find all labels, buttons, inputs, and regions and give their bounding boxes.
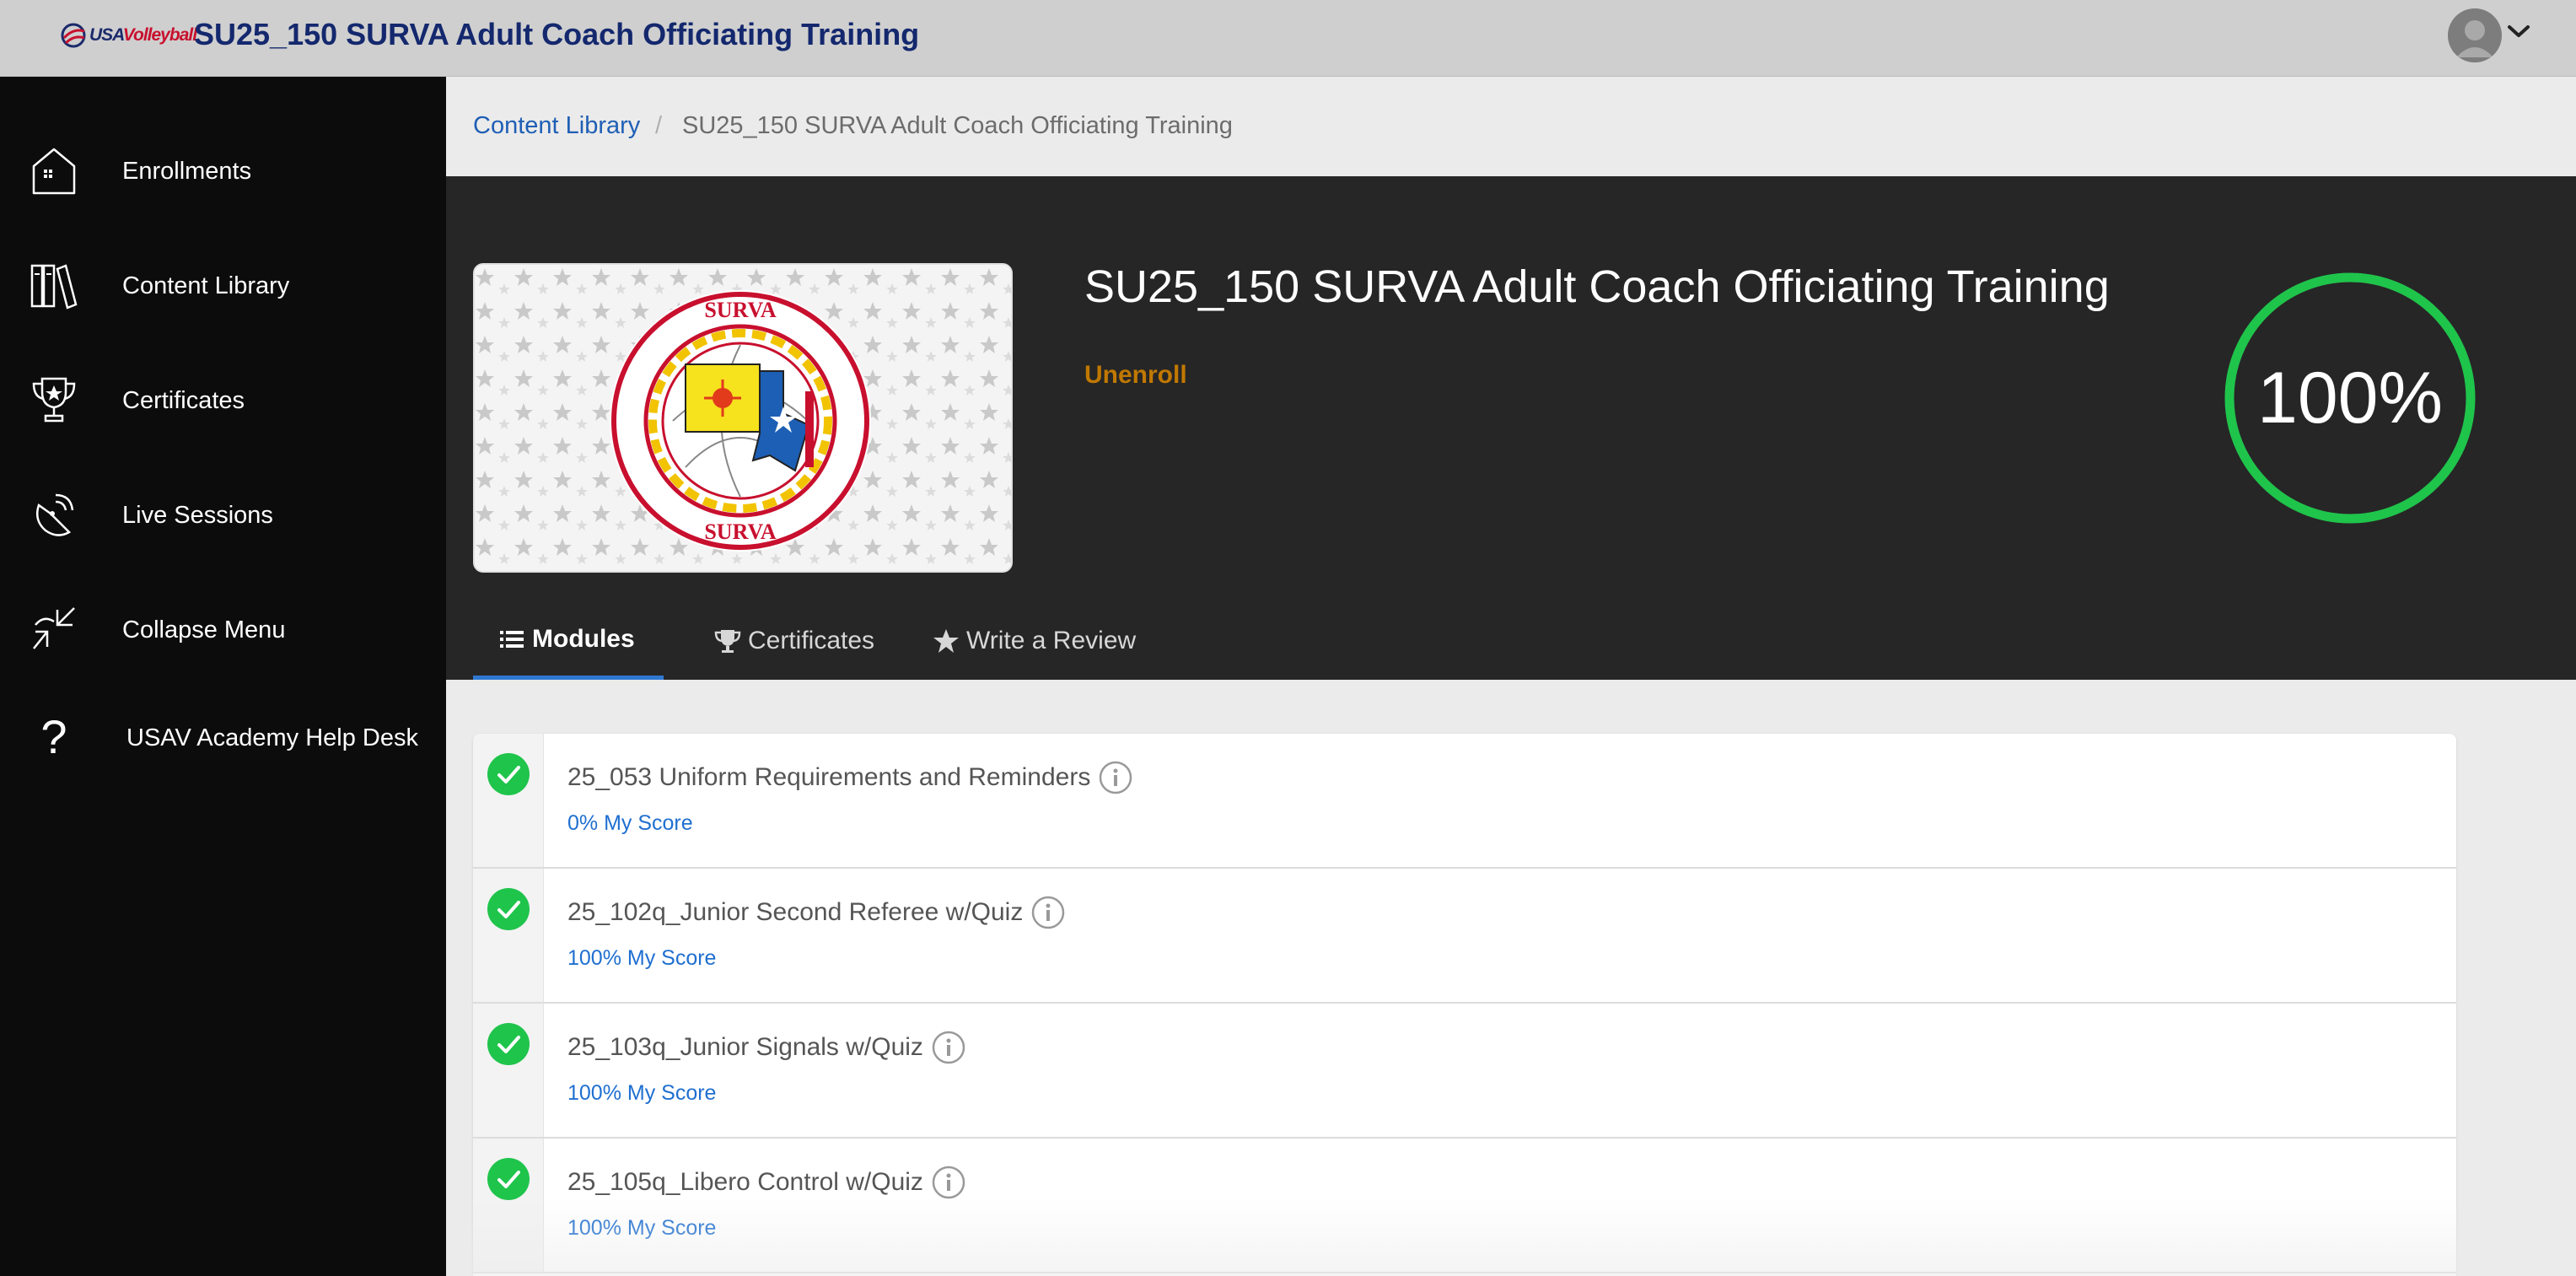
- sidebar-item-label: USAV Academy Help Desk: [126, 724, 418, 751]
- house-icon: [32, 148, 76, 195]
- course-title: SU25_150 SURVA Adult Coach Officiating T…: [1084, 261, 2110, 312]
- module-score[interactable]: 100% My Score: [567, 1081, 716, 1106]
- info-icon[interactable]: [932, 1031, 965, 1064]
- module-title-text: 25_103q_Junior Signals w/Quiz: [567, 1033, 923, 1061]
- module-row[interactable]: 25_103q_Junior Signals w/Quiz 100% My Sc…: [473, 1004, 2456, 1139]
- tab-write-review[interactable]: Write a Review: [933, 602, 1136, 680]
- unenroll-link[interactable]: Unenroll: [1084, 361, 1187, 390]
- check-circle-icon: [487, 753, 530, 795]
- module-row[interactable]: 25_053 Uniform Requirements and Reminder…: [473, 734, 2456, 869]
- module-title[interactable]: 25_105q_Libero Control w/Quiz: [567, 1166, 965, 1199]
- trophy-icon: [32, 377, 76, 423]
- breadcrumb-separator: /: [655, 112, 663, 139]
- sidebar-item-label: Content Library: [122, 272, 290, 299]
- module-title[interactable]: 25_053 Uniform Requirements and Reminder…: [567, 761, 1132, 794]
- course-image: SURVA SURVA: [473, 263, 1013, 573]
- sidebar-item-collapse-menu[interactable]: Collapse Menu: [0, 583, 446, 676]
- module-status: [473, 1004, 544, 1137]
- usav-logo[interactable]: USAVolleyball: [59, 20, 197, 51]
- module-title[interactable]: 25_102q_Junior Second Referee w/Quiz: [567, 896, 1065, 929]
- trophy-icon: [714, 630, 741, 653]
- info-icon[interactable]: [1099, 761, 1132, 794]
- collapse-arrows-icon: [33, 607, 75, 649]
- top-header: USAVolleyball SU25_150 SURVA Adult Coach…: [0, 0, 2576, 77]
- tab-label: Write a Review: [966, 627, 1137, 654]
- module-title-text: 25_102q_Junior Second Referee w/Quiz: [567, 898, 1024, 926]
- info-icon[interactable]: [932, 1166, 965, 1199]
- tab-certificates[interactable]: Certificates: [714, 602, 874, 680]
- sidebar-item-label: Certificates: [122, 387, 245, 414]
- sidebar-item-label: Enrollments: [122, 158, 252, 185]
- chevron-down-icon[interactable]: [2504, 19, 2533, 44]
- module-status: [473, 1139, 544, 1272]
- sidebar-item-label: Live Sessions: [122, 502, 273, 529]
- star-icon: [933, 629, 959, 653]
- info-icon[interactable]: [1031, 896, 1065, 929]
- sidebar-item-live-sessions[interactable]: Live Sessions: [0, 468, 446, 561]
- sidebar-item-enrollments[interactable]: Enrollments: [0, 124, 446, 217]
- progress-percent: 100%: [2257, 357, 2443, 439]
- broadcast-icon: [36, 493, 74, 536]
- breadcrumb: Content Library / SU25_150 SURVA Adult C…: [446, 77, 2576, 176]
- user-avatar-icon: [2448, 8, 2502, 62]
- module-score[interactable]: 100% My Score: [567, 1216, 716, 1241]
- breadcrumb-link-content-library[interactable]: Content Library: [473, 112, 640, 140]
- tab-modules[interactable]: Modules: [473, 602, 664, 680]
- module-score[interactable]: 0% My Score: [567, 811, 693, 836]
- module-row[interactable]: 25_105q_Libero Control w/Quiz 100% My Sc…: [473, 1139, 2456, 1273]
- modules-list: 25_053 Uniform Requirements and Reminder…: [473, 734, 2456, 1276]
- sidebar-item-certificates[interactable]: Certificates: [0, 353, 446, 446]
- avatar[interactable]: [2448, 8, 2502, 62]
- check-circle-icon: [487, 1023, 530, 1065]
- module-status: [473, 869, 544, 1002]
- sidebar-item-label: Collapse Menu: [122, 616, 286, 643]
- module-score[interactable]: 100% My Score: [567, 946, 716, 971]
- tab-label: Modules: [532, 624, 635, 653]
- volleyball-logo-icon: [61, 23, 86, 48]
- tab-label: Certificates: [748, 627, 875, 654]
- surva-logo-icon: SURVA SURVA: [475, 265, 1011, 571]
- check-circle-icon: [487, 888, 530, 930]
- module-title-text: 25_105q_Libero Control w/Quiz: [567, 1168, 923, 1196]
- sidebar-item-content-library[interactable]: Content Library: [0, 239, 446, 331]
- logo-bottom-text: SURVA: [704, 520, 777, 544]
- sidebar-item-help-desk[interactable]: ? USAV Academy Help Desk: [0, 691, 446, 783]
- module-row[interactable]: 25_102q_Junior Second Referee w/Quiz 100…: [473, 869, 2456, 1004]
- main-content: Content Library / SU25_150 SURVA Adult C…: [446, 77, 2576, 1276]
- breadcrumb-current: SU25_150 SURVA Adult Coach Officiating T…: [682, 112, 1233, 139]
- logo-ring-text: SURVA: [704, 298, 777, 322]
- module-title-text: 25_053 Uniform Requirements and Reminder…: [567, 763, 1091, 791]
- logo-text: USAVolleyball: [89, 25, 197, 45]
- books-icon: [30, 264, 78, 310]
- app-title: SU25_150 SURVA Adult Coach Officiating T…: [194, 17, 920, 51]
- question-mark-icon: ?: [40, 710, 67, 763]
- module-status: [473, 734, 544, 867]
- module-title[interactable]: 25_103q_Junior Signals w/Quiz: [567, 1031, 965, 1064]
- check-circle-icon: [487, 1158, 530, 1200]
- sidebar: Enrollments Content Library Certificates: [0, 77, 446, 1276]
- list-icon: [500, 630, 524, 648]
- course-header: SURVA SURVA SU25_150 SURVA Adult Coach O…: [446, 176, 2576, 680]
